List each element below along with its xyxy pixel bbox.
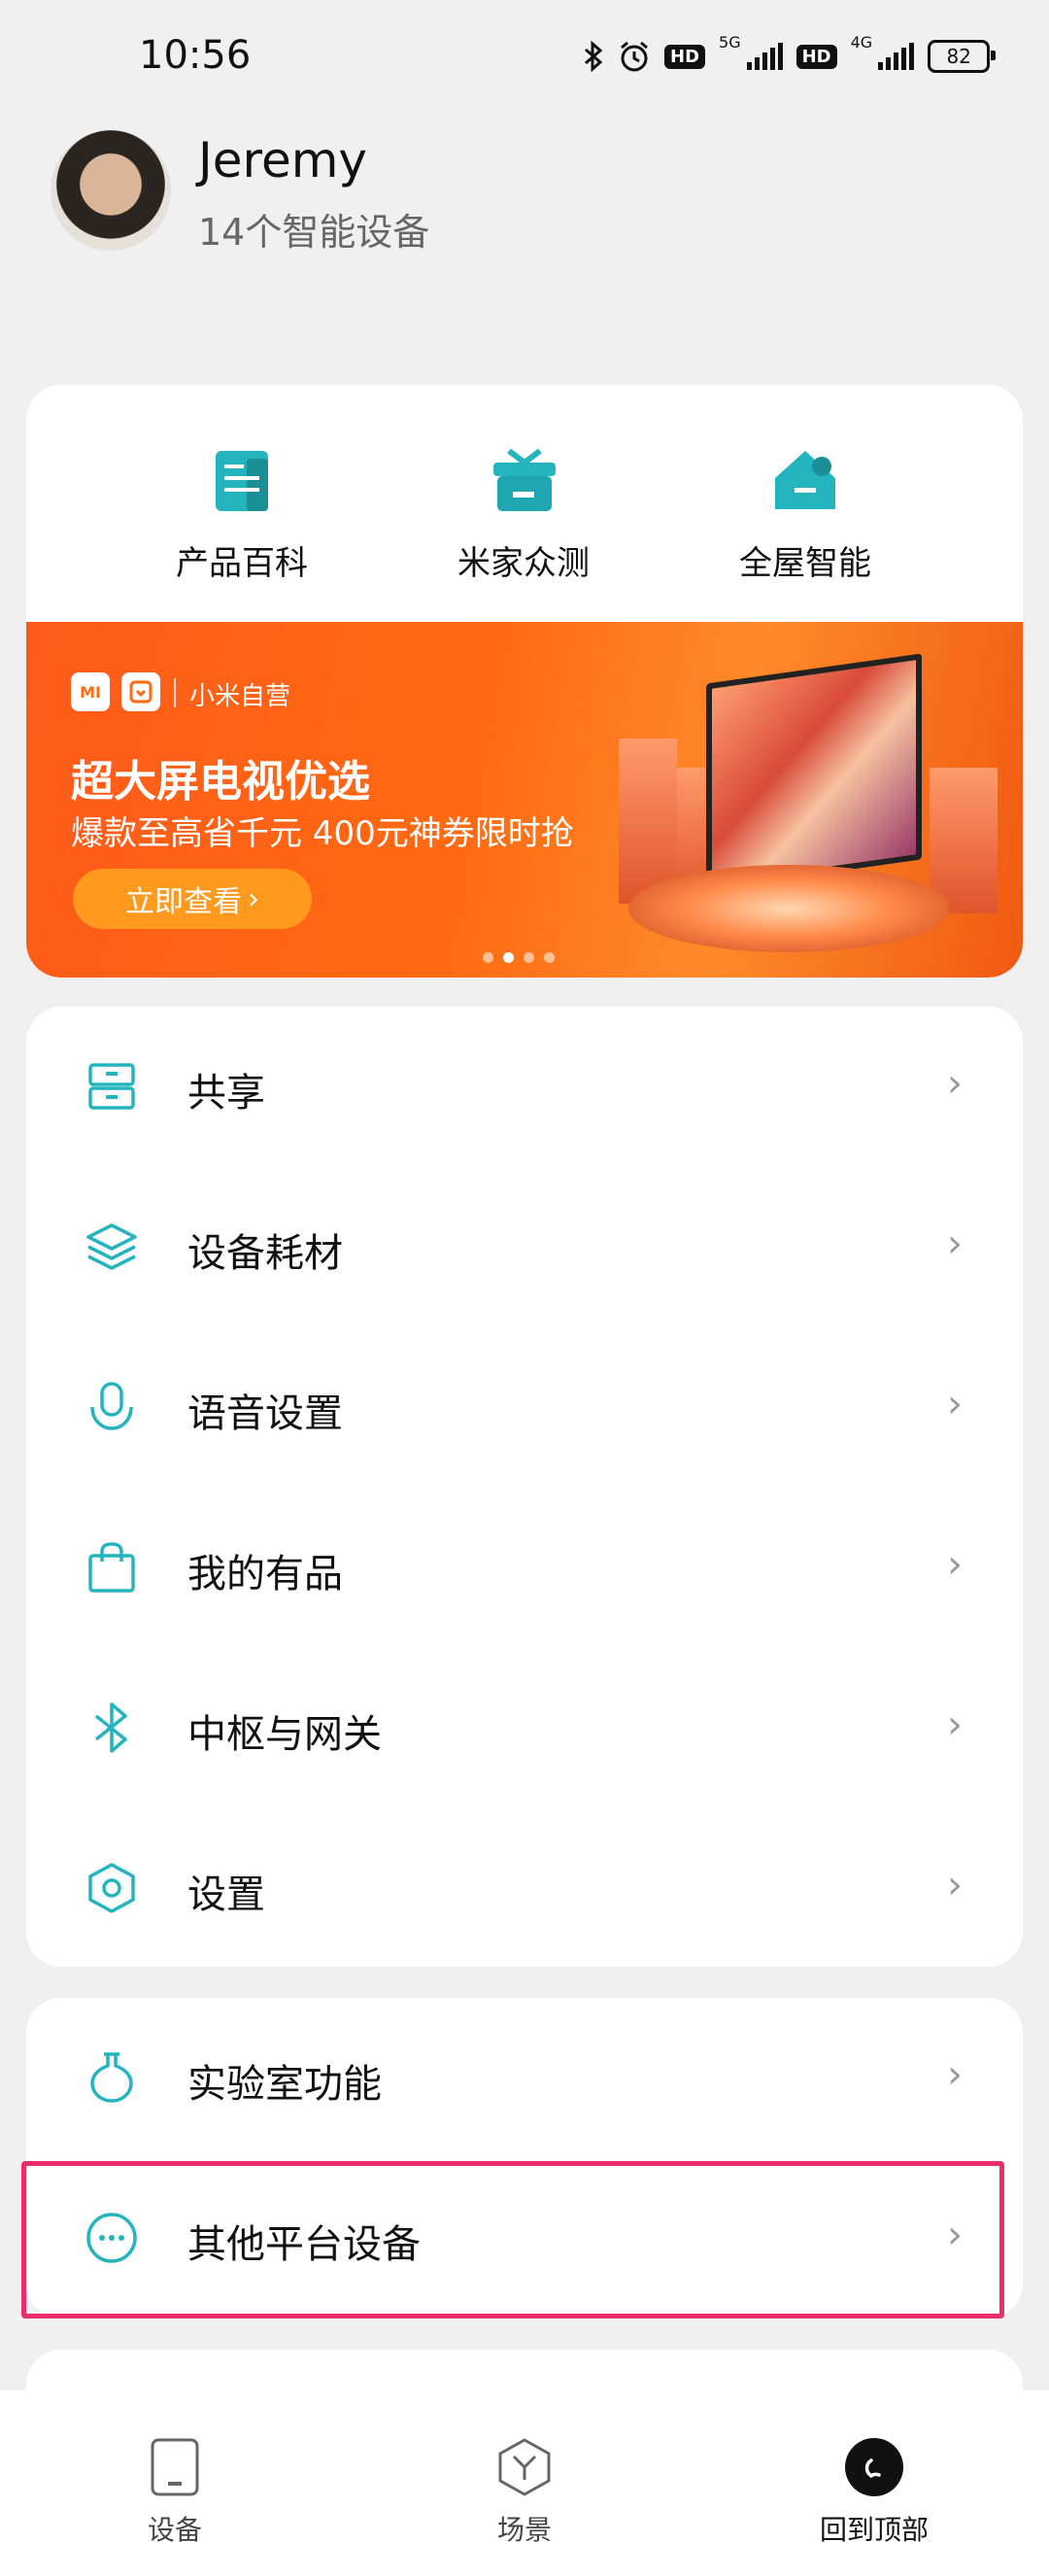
carousel-dot[interactable] xyxy=(524,952,534,963)
share-icon xyxy=(88,1063,135,1110)
shopping-bag-icon xyxy=(88,1542,135,1593)
alarm-icon xyxy=(621,41,648,72)
signal-icon xyxy=(746,43,783,70)
view-now-label: 立即查看 xyxy=(125,885,242,919)
highlight-box xyxy=(21,2161,1004,2318)
user-name[interactable]: Jeremy xyxy=(198,132,367,189)
scene-cube-icon xyxy=(498,2438,551,2496)
menu-label: 实验室功能 xyxy=(187,2062,382,2107)
chevron-right-icon: › xyxy=(947,2052,963,2097)
smart-home-icon xyxy=(775,451,835,509)
chevron-right-icon: › xyxy=(947,1382,963,1426)
chevron-right-icon: › xyxy=(947,1221,963,1266)
status-time: 10:56 xyxy=(139,33,252,78)
stage-illustration xyxy=(628,865,949,952)
flask-icon xyxy=(90,2052,133,2103)
view-now-button[interactable]: 立即查看 › xyxy=(73,869,312,929)
hd-badge: HD xyxy=(795,44,837,69)
nav-label: 场景 xyxy=(496,2514,552,2546)
banner-subtitle: 爆款至高省千元 400元神券限时抢 xyxy=(71,814,574,853)
mi-logo: MI xyxy=(71,672,110,711)
banner-brand: 小米自营 xyxy=(189,682,291,711)
quick-action-product-wiki[interactable]: 产品百科 xyxy=(145,536,339,584)
document-icon xyxy=(216,451,268,511)
menu-item-share[interactable]: 共享 › xyxy=(26,1007,1023,1167)
menu-label: 语音设置 xyxy=(187,1391,343,1436)
avatar[interactable] xyxy=(51,130,171,251)
status-icons: HD 5G HD 4G 82 xyxy=(583,33,997,80)
battery-icon: 82 xyxy=(928,40,997,73)
menu-item-lab-features[interactable]: 实验室功能 › xyxy=(26,1998,1023,2158)
carousel-dot[interactable] xyxy=(544,952,555,963)
bottom-nav: 设备 场景 回到顶部 xyxy=(0,2390,1049,2576)
building-illustration xyxy=(930,768,998,913)
banner-title: 超大屏电视优选 xyxy=(71,757,370,807)
hexagon-gear-icon xyxy=(88,1863,135,1913)
menu-item-settings[interactable]: 设置 › xyxy=(26,1808,1023,1969)
bluetooth-icon xyxy=(94,1702,127,1753)
carousel-dot-active[interactable] xyxy=(503,952,514,963)
menu-item-consumables[interactable]: 设备耗材 › xyxy=(26,1167,1023,1327)
nav-label: 回到顶部 xyxy=(819,2514,929,2546)
mijia-logo-icon xyxy=(121,672,160,711)
divider xyxy=(174,678,176,707)
chevron-right-icon: › xyxy=(947,1863,963,1907)
device-icon xyxy=(151,2438,199,2496)
device-count: 14个智能设备 xyxy=(198,211,430,254)
quick-action-whole-home[interactable]: 全屋智能 xyxy=(708,536,902,584)
carousel-dots[interactable] xyxy=(483,952,555,963)
gift-icon xyxy=(493,448,556,511)
hd-badge: HD xyxy=(664,44,706,69)
chevron-right-icon: › xyxy=(947,1061,963,1106)
menu-label: 共享 xyxy=(187,1071,265,1116)
chevron-right-icon: › xyxy=(947,1702,963,1747)
menu-label: 中枢与网关 xyxy=(187,1712,382,1757)
chevron-right-icon: › xyxy=(947,1542,963,1587)
promo-banner[interactable]: MI 小米自营 超大屏电视优选 爆款至高省千元 400元神券限时抢 立即查看 › xyxy=(26,622,1023,978)
menu-item-voice-settings[interactable]: 语音设置 › xyxy=(26,1327,1023,1488)
menu-item-hub-gateway[interactable]: 中枢与网关 › xyxy=(26,1648,1023,1808)
menu-label: 我的有品 xyxy=(187,1552,343,1597)
nav-tab-scenes[interactable]: 场景 xyxy=(427,2437,622,2554)
nav-tab-devices[interactable]: 设备 xyxy=(78,2437,272,2554)
back-to-top-icon xyxy=(845,2438,903,2496)
microphone-icon xyxy=(90,1382,133,1430)
network-label: 4G xyxy=(850,33,873,52)
menu-label: 设置 xyxy=(187,1872,265,1917)
carousel-dot[interactable] xyxy=(483,952,493,963)
tv-illustration xyxy=(706,653,922,890)
nav-label: 设备 xyxy=(147,2514,202,2546)
menu-label: 设备耗材 xyxy=(187,1231,343,1276)
signal-icon xyxy=(878,43,915,70)
network-label: 5G xyxy=(719,33,741,52)
chevron-right-icon: › xyxy=(248,881,259,916)
quick-action-mijia-test[interactable]: 米家众测 xyxy=(426,536,621,584)
menu-item-youpin[interactable]: 我的有品 › xyxy=(26,1488,1023,1648)
bluetooth-status-icon xyxy=(585,41,603,72)
layers-icon xyxy=(86,1223,137,1270)
nav-back-to-top[interactable]: 回到顶部 xyxy=(777,2437,971,2554)
